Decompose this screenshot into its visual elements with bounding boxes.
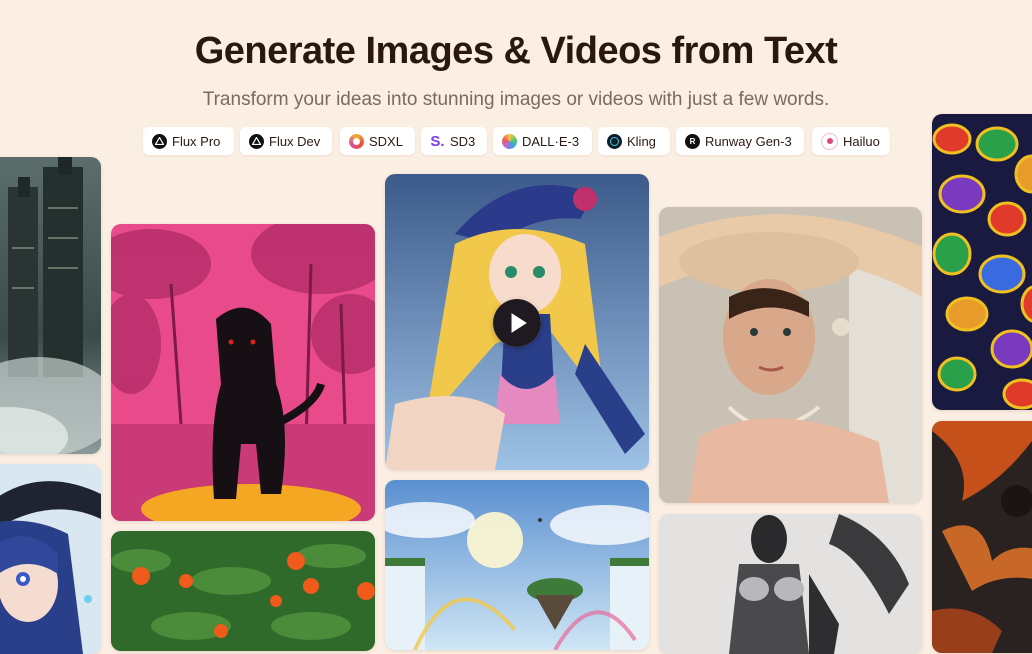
abstract-cells-image bbox=[932, 114, 1032, 410]
model-chip-label: Flux Pro bbox=[172, 133, 221, 149]
model-chip-sd3[interactable]: S. SD3 bbox=[421, 127, 487, 155]
black-panther-image bbox=[111, 224, 375, 521]
model-chip-label: Flux Dev bbox=[269, 133, 321, 149]
kling-logo-icon bbox=[607, 133, 622, 149]
model-chip-label: SDXL bbox=[369, 133, 403, 149]
model-chip-hailuo[interactable]: Hailuo bbox=[812, 127, 890, 155]
gallery-card-sci-fi-city[interactable] bbox=[0, 157, 101, 454]
runway-logo-icon: R bbox=[685, 133, 700, 149]
sd3-logo-icon: S. bbox=[430, 132, 445, 150]
sci-fi-city-image bbox=[0, 157, 101, 454]
gallery-card-abstract-cells[interactable] bbox=[932, 114, 1032, 410]
hailuo-logo-icon bbox=[821, 132, 838, 150]
gallery-card-anime-magician-video[interactable] bbox=[385, 174, 649, 470]
model-chip-kling[interactable]: Kling bbox=[598, 127, 670, 155]
anime-witch-image bbox=[0, 464, 101, 654]
dalle-logo-icon bbox=[502, 133, 517, 149]
model-chip-flux-dev[interactable]: Flux Dev bbox=[240, 127, 332, 155]
model-chip-label: Runway Gen-3 bbox=[705, 133, 792, 149]
orange-flowers-image bbox=[111, 531, 375, 651]
gallery-card-robot[interactable] bbox=[659, 514, 922, 654]
model-chip-sdxl[interactable]: SDXL bbox=[340, 127, 415, 155]
model-chip-flux-pro[interactable]: Flux Pro bbox=[143, 127, 234, 155]
woman-portrait-image bbox=[659, 207, 922, 503]
page-title: Generate Images & Videos from Text bbox=[194, 30, 838, 72]
triangle-logo-icon bbox=[249, 133, 264, 149]
triangle-logo-icon bbox=[152, 133, 167, 149]
dark-fire-image bbox=[932, 421, 1032, 653]
play-icon bbox=[493, 299, 541, 347]
model-chip-runway-gen-3[interactable]: R Runway Gen-3 bbox=[676, 127, 804, 155]
play-button[interactable] bbox=[493, 299, 541, 347]
model-chip-label: Hailuo bbox=[843, 133, 880, 149]
waterfall-image bbox=[385, 480, 649, 650]
model-chip-dalle-3[interactable]: DALL·E-3 bbox=[493, 127, 592, 155]
gallery-card-woman-portrait[interactable] bbox=[659, 207, 922, 503]
model-chip-label: SD3 bbox=[450, 133, 476, 149]
model-chip-list: Flux Pro Flux Dev SDXL S. SD3 DALL·E-3 K… bbox=[143, 127, 903, 155]
gallery-card-orange-flowers[interactable] bbox=[111, 531, 375, 651]
gallery-card-black-panther[interactable] bbox=[111, 224, 375, 521]
robot-image bbox=[659, 514, 922, 654]
sdxl-logo-icon bbox=[349, 133, 364, 149]
page-subtitle: Transform your ideas into stunning image… bbox=[202, 89, 830, 110]
gallery-card-dark-fire[interactable] bbox=[932, 421, 1032, 653]
gallery-card-anime-witch[interactable] bbox=[0, 464, 101, 654]
model-chip-label: DALL·E-3 bbox=[522, 133, 580, 149]
gallery-card-waterfall[interactable] bbox=[385, 480, 649, 650]
model-chip-label: Kling bbox=[627, 133, 656, 149]
